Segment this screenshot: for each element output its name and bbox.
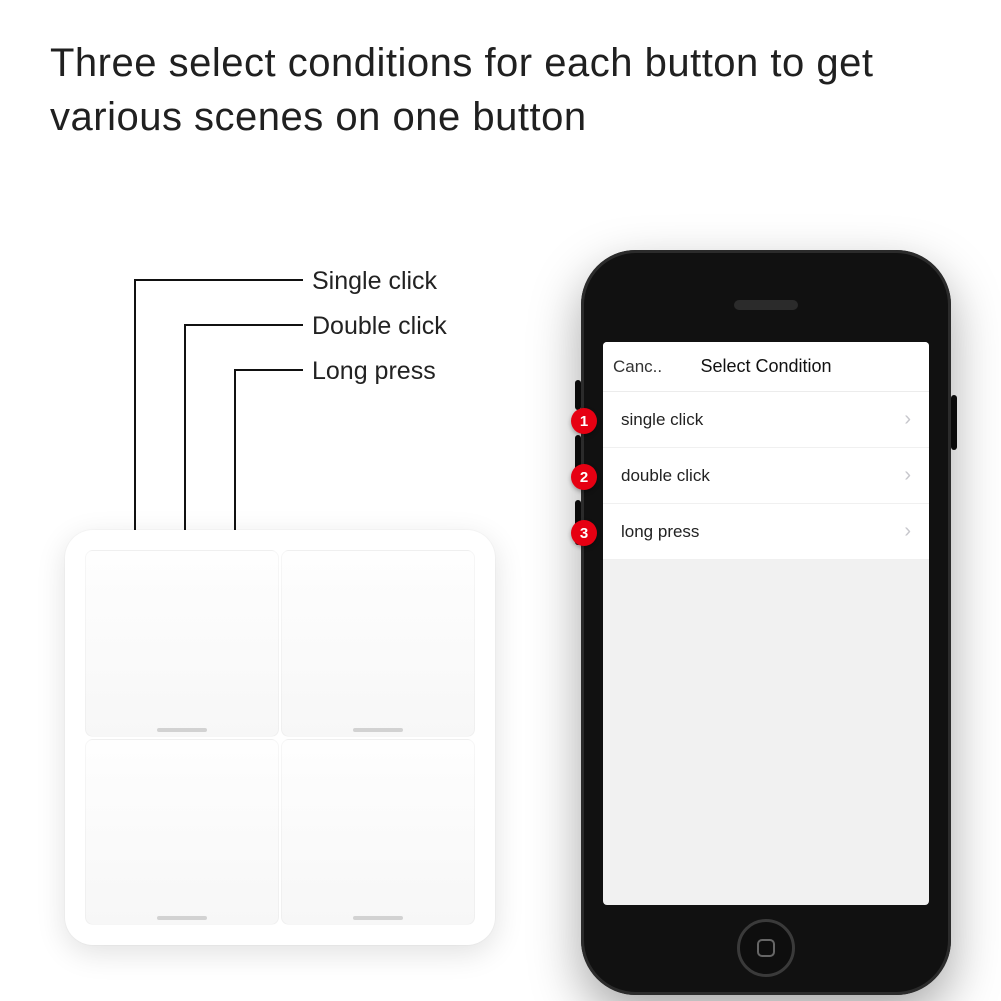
nav-bar: Canc.. Select Condition [603,342,929,392]
switch-button-1[interactable] [85,550,279,737]
nav-title: Select Condition [700,356,831,377]
phone-screen: Canc.. Select Condition single click › d… [603,342,929,905]
condition-list: single click › double click › long press… [603,392,929,560]
badge-1: 1 [571,408,597,434]
chevron-right-icon: › [904,408,911,431]
switch-button-2[interactable] [281,550,475,737]
switch-device [65,530,495,945]
row-label: single click [621,410,703,430]
switch-button-4[interactable] [281,739,475,926]
phone-mute-switch [575,380,581,410]
row-label: long press [621,522,699,542]
phone-mockup: Canc.. Select Condition single click › d… [581,250,951,995]
row-long-press[interactable]: long press › [603,504,929,560]
chevron-right-icon: › [904,464,911,487]
cancel-button[interactable]: Canc.. [613,357,662,377]
callout-single-click: Single click [312,267,437,296]
row-double-click[interactable]: double click › [603,448,929,504]
badge-3: 3 [571,520,597,546]
chevron-right-icon: › [904,520,911,543]
phone-home-button[interactable] [737,919,795,977]
phone-power [951,395,957,450]
badge-2: 2 [571,464,597,490]
row-label: double click [621,466,710,486]
page-headline: Three select conditions for each button … [50,36,951,144]
switch-button-3[interactable] [85,739,279,926]
row-single-click[interactable]: single click › [603,392,929,448]
switch-diagram: Single click Double click Long press [20,240,560,960]
callout-long-press: Long press [312,357,436,386]
callout-double-click: Double click [312,312,447,341]
